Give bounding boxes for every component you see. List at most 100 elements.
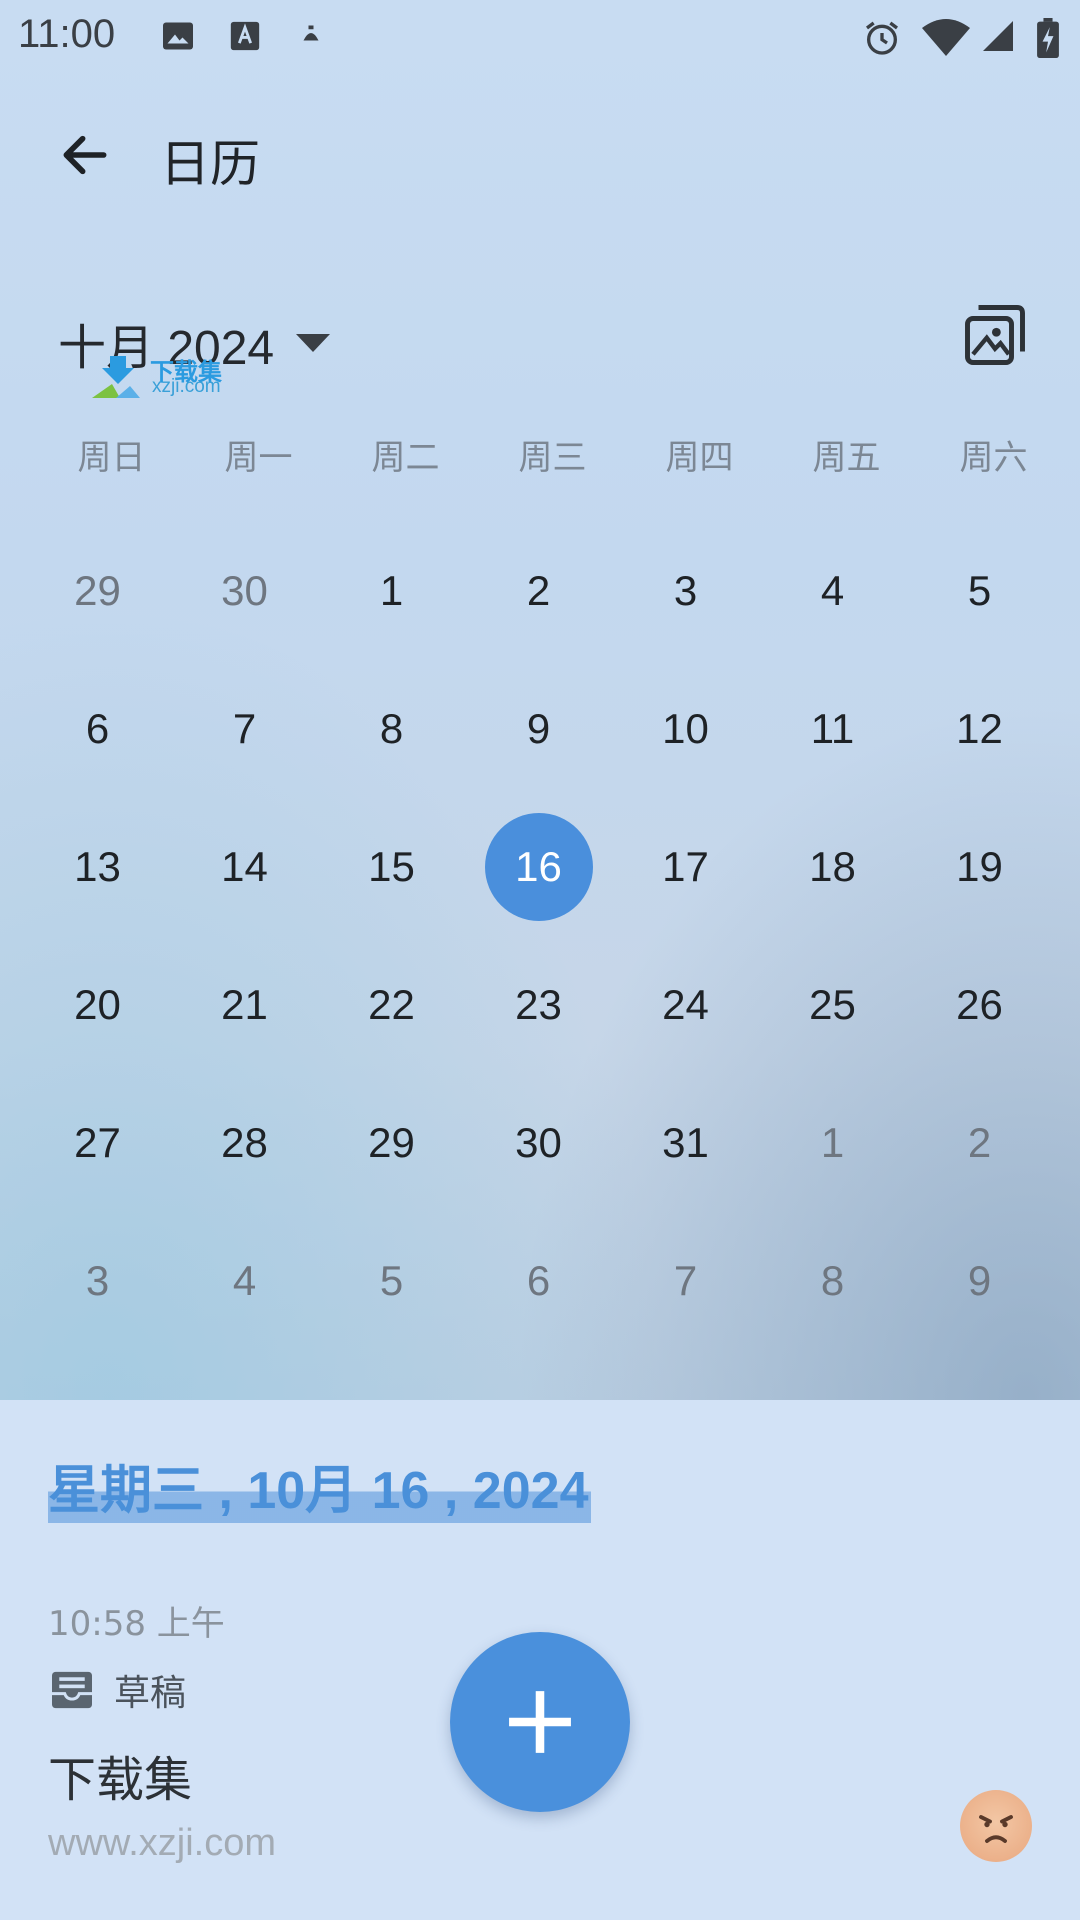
back-button[interactable] <box>50 120 120 190</box>
day-number: 24 <box>662 981 709 1028</box>
day-cell[interactable]: 10 <box>612 660 759 798</box>
day-number: 6 <box>526 1257 551 1304</box>
day-number: 29 <box>74 567 121 614</box>
day-number: 27 <box>74 1119 121 1166</box>
note-title[interactable]: 下载集 <box>48 1740 192 1810</box>
day-number: 11 <box>810 705 855 752</box>
weekday-label: 周一 <box>224 438 293 478</box>
day-cell[interactable]: 6 <box>465 1212 612 1350</box>
day-number: 2 <box>526 567 551 614</box>
day-cell[interactable]: 26 <box>906 936 1053 1074</box>
day-cell[interactable]: 30 <box>171 522 318 660</box>
day-number: 16 <box>515 843 562 890</box>
day-cell[interactable]: 24 <box>612 936 759 1074</box>
day-number: 25 <box>809 981 856 1028</box>
day-cell[interactable]: 7 <box>612 1212 759 1350</box>
day-cell[interactable]: 4 <box>171 1212 318 1350</box>
day-number: 4 <box>820 567 845 614</box>
day-cell[interactable]: 5 <box>906 522 1053 660</box>
plus-icon <box>509 1691 571 1753</box>
day-number: 5 <box>379 1257 404 1304</box>
day-number: 19 <box>956 843 1003 890</box>
day-cell[interactable]: 19 <box>906 798 1053 936</box>
day-cell[interactable]: 9 <box>465 660 612 798</box>
weekday-label: 周日 <box>77 438 146 478</box>
day-cell[interactable]: 18 <box>759 798 906 936</box>
day-cell[interactable]: 8 <box>759 1212 906 1350</box>
day-number: 6 <box>85 705 110 752</box>
day-cell[interactable]: 4 <box>759 522 906 660</box>
weekday-header: 周日 周一 周二 周三 周四 周五 周六 <box>38 430 1068 479</box>
day-cell[interactable]: 5 <box>318 1212 465 1350</box>
day-cell[interactable]: 11 <box>759 660 906 798</box>
mood-button[interactable] <box>960 1790 1032 1862</box>
alarm-icon <box>866 21 898 55</box>
android-debug-icon <box>303 25 319 41</box>
draft-label: 草稿 <box>114 1673 187 1714</box>
day-cell[interactable]: 22 <box>318 936 465 1074</box>
day-cell[interactable]: 9 <box>906 1212 1053 1350</box>
day-cell[interactable]: 7 <box>171 660 318 798</box>
day-number: 17 <box>662 843 709 890</box>
day-number: 30 <box>221 567 268 614</box>
day-number: 7 <box>232 705 257 752</box>
day-cell[interactable]: 2 <box>465 522 612 660</box>
wifi-icon <box>922 19 970 56</box>
day-cell[interactable]: 30 <box>465 1074 612 1212</box>
day-cell[interactable]: 23 <box>465 936 612 1074</box>
signal-icon <box>983 21 1013 51</box>
day-number: 3 <box>673 567 698 614</box>
day-cell[interactable]: 25 <box>759 936 906 1074</box>
day-cell[interactable]: 20 <box>24 936 171 1074</box>
day-cell[interactable]: 13 <box>24 798 171 936</box>
note-url[interactable]: www.xzji.com <box>48 1822 276 1865</box>
day-number: 22 <box>368 981 415 1028</box>
day-number: 30 <box>515 1119 562 1166</box>
battery-charging-icon <box>1037 18 1059 58</box>
day-number: 3 <box>85 1257 110 1304</box>
day-cell[interactable]: 8 <box>318 660 465 798</box>
day-cell[interactable]: 29 <box>24 522 171 660</box>
day-number: 26 <box>956 981 1003 1028</box>
status-bar: 11:00 <box>0 0 1080 74</box>
day-number: 28 <box>221 1119 268 1166</box>
day-number: 9 <box>967 1257 992 1304</box>
day-cell[interactable]: 3 <box>612 522 759 660</box>
selected-date-heading: 星期三 , 10月 16 , 2024 <box>48 1448 591 1523</box>
day-number: 13 <box>74 843 121 890</box>
day-number: 1 <box>379 567 404 614</box>
day-cell-selected[interactable]: 16 <box>465 798 612 936</box>
day-cell[interactable]: 28 <box>171 1074 318 1212</box>
day-cell[interactable]: 2 <box>906 1074 1053 1212</box>
day-cell[interactable]: 31 <box>612 1074 759 1212</box>
weekday-label: 周六 <box>959 438 1028 478</box>
day-cell[interactable]: 29 <box>318 1074 465 1212</box>
day-number: 9 <box>526 705 551 752</box>
weekday-label: 周四 <box>665 438 734 478</box>
day-number: 15 <box>368 843 415 890</box>
day-number: 1 <box>820 1119 845 1166</box>
day-cell[interactable]: 27 <box>24 1074 171 1212</box>
day-cell[interactable]: 12 <box>906 660 1053 798</box>
calendar-grid: 29 30 1 2 3 4 5 6 7 8 9 10 11 12 13 14 15 16 17 18 19 20 21 22 2… <box>24 522 1056 1350</box>
day-cell[interactable]: 14 <box>171 798 318 936</box>
background-image-button[interactable] <box>962 302 1028 368</box>
day-number: 23 <box>515 981 562 1028</box>
day-cell[interactable]: 21 <box>171 936 318 1074</box>
day-number: 20 <box>74 981 121 1028</box>
day-cell[interactable]: 1 <box>759 1074 906 1212</box>
arrow-left-icon <box>63 135 107 175</box>
day-cell[interactable]: 15 <box>318 798 465 936</box>
image-icon <box>163 22 193 50</box>
angry-face-icon <box>979 1815 1013 1843</box>
day-cell[interactable]: 6 <box>24 660 171 798</box>
day-number: 31 <box>662 1119 709 1166</box>
day-cell[interactable]: 1 <box>318 522 465 660</box>
day-cell[interactable]: 17 <box>612 798 759 936</box>
day-number: 5 <box>967 567 992 614</box>
day-cell[interactable]: 3 <box>24 1212 171 1350</box>
caret-down-icon <box>296 334 331 352</box>
add-note-button[interactable] <box>450 1632 630 1812</box>
weekday-label: 周二 <box>371 438 440 478</box>
day-number: 10 <box>662 705 709 752</box>
